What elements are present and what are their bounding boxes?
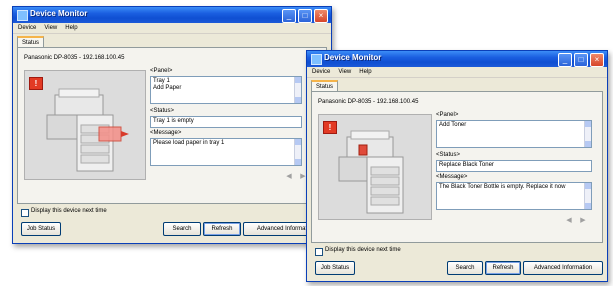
menu-device[interactable]: Device <box>18 23 36 33</box>
display-next-time-checkbox[interactable] <box>21 209 29 217</box>
title-bar[interactable]: Device Monitor _ □ × <box>13 7 331 23</box>
device-monitor-window-1: Device Monitor _ □ × Device View Help St… <box>12 6 332 244</box>
message-text: Please load paper in tray 1 <box>153 140 225 146</box>
search-button[interactable]: Search <box>163 222 201 236</box>
panel-line: Tray 1 <box>153 78 170 84</box>
menu-help[interactable]: Help <box>359 67 371 77</box>
device-name: Panasonic DP-8035 - 192.168.100.45 <box>318 99 419 105</box>
printer-illustration <box>46 88 129 172</box>
status-field: Tray 1 is empty <box>150 116 302 128</box>
checkbox-label: Display this device next time <box>31 208 107 214</box>
printer-illustration <box>338 130 404 214</box>
scrollbar[interactable] <box>584 121 591 147</box>
panel-line: Add Paper <box>153 85 182 91</box>
status-panel: Panasonic DP-8035 - 192.168.100.45 ! <Pa… <box>311 91 603 243</box>
panel-label: <Panel> <box>150 68 173 74</box>
message-text: The Black Toner Bottle is empty. Replace… <box>439 184 566 190</box>
panel-line: Add Toner <box>439 122 467 128</box>
minimize-icon[interactable]: _ <box>282 9 296 23</box>
app-icon <box>17 10 28 21</box>
checkbox-label: Display this device next time <box>325 247 401 253</box>
menu-bar: Device View Help <box>13 23 331 34</box>
status-label: <Status> <box>150 108 175 114</box>
status-panel: Panasonic DP-8035 - 192.168.100.45 ! <Pa… <box>17 47 327 204</box>
panel-display: Add Toner <box>436 120 592 148</box>
job-status-button[interactable]: Job Status <box>21 222 61 236</box>
panel-label: <Panel> <box>436 112 459 118</box>
message-label: <Message> <box>436 174 468 180</box>
close-icon[interactable]: × <box>590 53 604 67</box>
scrollbar[interactable] <box>294 77 301 103</box>
device-monitor-window-2: Device Monitor _ □ × Device View Help St… <box>306 50 608 282</box>
minimize-icon[interactable]: _ <box>558 53 572 67</box>
printer-image: ! <box>24 70 146 180</box>
scrollbar[interactable] <box>584 183 591 209</box>
display-next-time-checkbox[interactable] <box>315 248 323 256</box>
arrow-right-icon[interactable]: ▶ <box>578 216 588 226</box>
refresh-button[interactable]: Refresh <box>203 222 241 236</box>
window-title: Device Monitor <box>324 53 382 62</box>
menu-device[interactable]: Device <box>312 67 330 77</box>
close-icon[interactable]: × <box>314 9 328 23</box>
arrow-left-icon[interactable]: ◀ <box>564 216 574 226</box>
search-button[interactable]: Search <box>447 261 483 275</box>
maximize-icon[interactable]: □ <box>574 53 588 67</box>
menu-view[interactable]: View <box>338 67 351 77</box>
device-name: Panasonic DP-8035 - 192.168.100.45 <box>24 55 125 61</box>
menu-help[interactable]: Help <box>65 23 77 33</box>
job-status-button[interactable]: Job Status <box>315 261 355 275</box>
status-label: <Status> <box>436 152 461 158</box>
refresh-button[interactable]: Refresh <box>485 261 521 275</box>
menu-view[interactable]: View <box>44 23 57 33</box>
advanced-information-button[interactable]: Advanced Information <box>523 261 603 275</box>
scrollbar[interactable] <box>294 139 301 165</box>
window-title: Device Monitor <box>30 9 88 18</box>
maximize-icon[interactable]: □ <box>298 9 312 23</box>
message-field: Please load paper in tray 1 <box>150 138 302 166</box>
printer-image: ! <box>318 114 432 220</box>
menu-bar: Device View Help <box>307 67 607 78</box>
panel-display: Tray 1 Add Paper <box>150 76 302 104</box>
message-field: The Black Toner Bottle is empty. Replace… <box>436 182 592 210</box>
title-bar[interactable]: Device Monitor _ □ × <box>307 51 607 67</box>
app-icon <box>311 54 322 65</box>
status-field: Replace Black Toner <box>436 160 592 172</box>
arrow-left-icon[interactable]: ◀ <box>284 172 294 182</box>
message-label: <Message> <box>150 130 182 136</box>
